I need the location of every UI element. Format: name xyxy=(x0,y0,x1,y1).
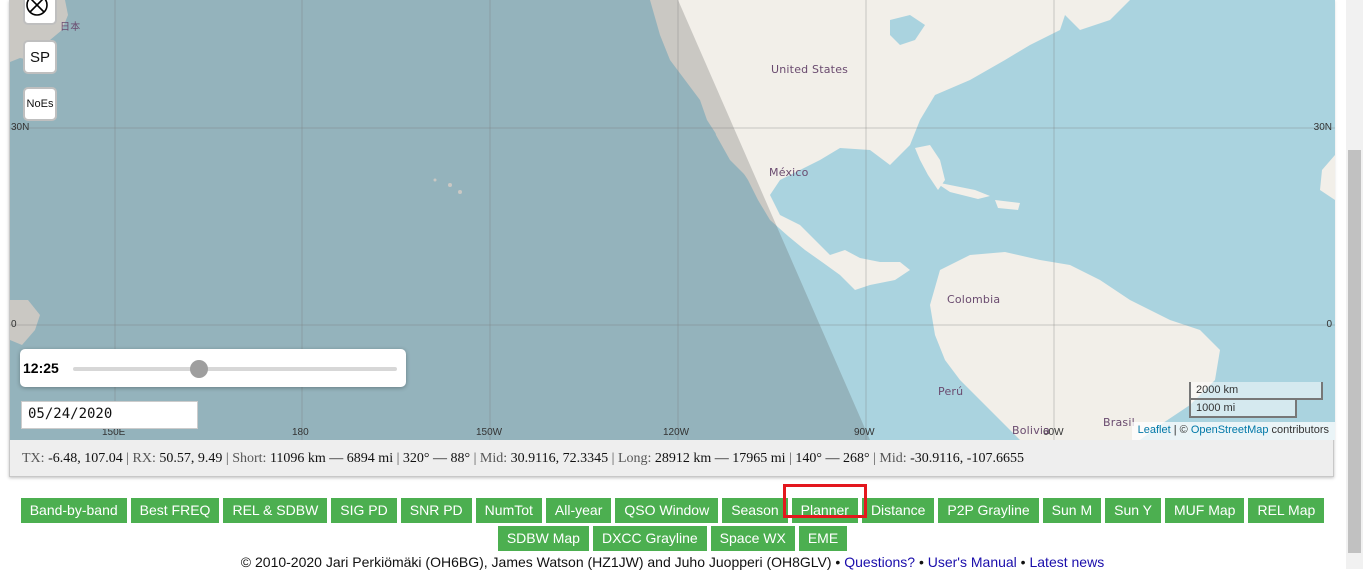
time-slider-control: 12:25 xyxy=(20,349,406,387)
place-label-brasil: Brasil xyxy=(1103,416,1135,429)
attribution-sep: | © xyxy=(1170,424,1191,436)
time-slider-track[interactable] xyxy=(73,360,397,378)
users-manual-link[interactable]: User's Manual xyxy=(928,554,1017,570)
short-label: Short: xyxy=(232,451,267,466)
short-bearing-value: 320° — 88° xyxy=(402,451,471,466)
sp-toggle-button[interactable]: SP xyxy=(23,40,57,74)
rx-label: RX: xyxy=(132,451,156,466)
season-button[interactable]: Season xyxy=(722,498,788,523)
questions-link[interactable]: Questions? xyxy=(844,554,915,570)
place-label-mexico: México xyxy=(769,166,809,179)
mid2-value: -30.9116, -107.6655 xyxy=(910,451,1024,466)
p2p-grayline-button[interactable]: P2P Grayline xyxy=(938,498,1039,523)
path-info-bar: TX: -6.48, 107.04 | RX: 50.57, 9.49 | Sh… xyxy=(22,451,1024,466)
long-bearing-value: 140° — 268° xyxy=(795,451,870,466)
lon-label: 120W xyxy=(663,427,690,438)
latest-news-link[interactable]: Latest news xyxy=(1029,554,1104,570)
space-wx-button[interactable]: Space WX xyxy=(710,526,795,551)
footer: © 2010-2020 Jari Perkiömäki (OH6BG), Jam… xyxy=(0,554,1345,570)
sun-y-button[interactable]: Sun Y xyxy=(1105,498,1161,523)
scrollbar-thumb[interactable] xyxy=(1348,150,1361,553)
page-scrollbar[interactable] xyxy=(1346,0,1363,569)
muf-map-button[interactable]: MUF Map xyxy=(1165,498,1245,523)
sun-m-button[interactable]: Sun M xyxy=(1042,498,1102,523)
best-freq-button[interactable]: Best FREQ xyxy=(130,498,220,523)
time-slider-thumb[interactable] xyxy=(190,360,209,378)
place-label-bolivia: Bolivia xyxy=(1012,424,1051,437)
scale-bar-mi: 1000 mi xyxy=(1189,400,1297,418)
planner-highlight-box xyxy=(782,484,867,518)
tx-value: -6.48, 107.04 xyxy=(48,451,123,466)
lon-label: 180 xyxy=(292,427,309,438)
lat-label: 30N xyxy=(11,122,30,133)
blackout-toggle-button[interactable] xyxy=(23,0,57,25)
map-attribution: Leaflet | © OpenStreetMap contributors xyxy=(1131,422,1335,440)
numtot-button[interactable]: NumTot xyxy=(475,498,542,523)
rx-value: 50.57, 9.49 xyxy=(159,451,223,466)
copyright-text: © 2010-2020 Jari Perkiömäki (OH6BG), Jam… xyxy=(240,554,832,570)
snr-pd-button[interactable]: SNR PD xyxy=(400,498,472,523)
short-path-value: 11096 km — 6894 mi xyxy=(269,451,394,466)
dxcc-grayline-button[interactable]: DXCC Grayline xyxy=(592,526,707,551)
long-label: Long: xyxy=(617,451,652,466)
map-panel: 30N 30N 0 0 150E 180 150W 120W 90W 60W 日… xyxy=(9,0,1335,477)
place-label-usa: United States xyxy=(771,63,849,76)
mid-label: Mid: xyxy=(479,451,508,466)
mid2-label: Mid: xyxy=(879,451,907,466)
attribution-suffix: contributors xyxy=(1268,424,1329,436)
lat-label: 0 xyxy=(1326,319,1332,330)
leaflet-link[interactable]: Leaflet xyxy=(1138,424,1171,436)
time-slider-label: 12:25 xyxy=(23,360,59,376)
scale-bar-km: 2000 km xyxy=(1189,382,1323,400)
osm-link[interactable]: OpenStreetMap xyxy=(1191,424,1269,436)
eme-button[interactable]: EME xyxy=(798,526,848,551)
sdbw-map-button[interactable]: SDBW Map xyxy=(497,526,589,551)
lat-label: 30N xyxy=(1313,122,1332,133)
footer-sep: • xyxy=(915,554,928,570)
place-label-colombia: Colombia xyxy=(947,293,1001,306)
rel-map-button[interactable]: REL Map xyxy=(1248,498,1325,523)
tool-button-row-1: Band-by-band Best FREQ REL & SDBW SIG PD SNR… xyxy=(0,498,1345,523)
lon-label: 90W xyxy=(854,427,875,438)
long-path-value: 28912 km — 17965 mi xyxy=(654,451,786,466)
lat-label: 0 xyxy=(11,319,17,330)
tx-label: TX: xyxy=(22,451,45,466)
rel-and-sdbw-button[interactable]: REL & SDBW xyxy=(223,498,328,523)
mid-value: 30.9116, 72.3345 xyxy=(510,451,609,466)
band-by-band-button[interactable]: Band-by-band xyxy=(20,498,127,523)
date-field[interactable]: 05/24/2020 xyxy=(21,401,198,429)
noes-toggle-button[interactable]: NoEs xyxy=(23,87,57,121)
sig-pd-button[interactable]: SIG PD xyxy=(331,498,397,523)
all-year-button[interactable]: All-year xyxy=(545,498,612,523)
place-label-peru: Perú xyxy=(938,385,964,398)
circle-x-icon xyxy=(26,0,48,16)
propagation-map[interactable]: 30N 30N 0 0 150E 180 150W 120W 90W 60W 日… xyxy=(10,0,1335,440)
distance-button[interactable]: Distance xyxy=(861,498,935,523)
qso-window-button[interactable]: QSO Window xyxy=(615,498,719,523)
footer-sep: • xyxy=(1016,554,1030,570)
lon-label: 150W xyxy=(476,427,503,438)
place-label-japan: 日本 xyxy=(60,22,81,33)
footer-sep: • xyxy=(831,554,845,570)
tool-button-row-2: SDBW Map DXCC Grayline Space WX EME xyxy=(0,526,1345,551)
